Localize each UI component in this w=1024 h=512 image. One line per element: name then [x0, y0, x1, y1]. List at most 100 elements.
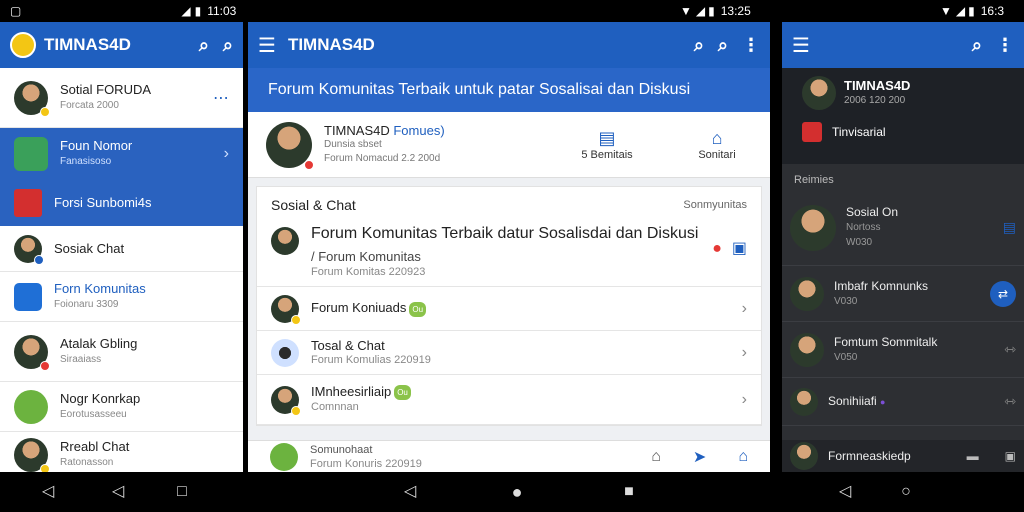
stat-label: 5 Bemitais [581, 149, 633, 161]
clipboard-icon[interactable]: ▤ [1003, 219, 1016, 236]
row-title: IMnheesirliaip [311, 383, 392, 399]
row-subtitle: Comnnan [311, 401, 359, 414]
home-button-icon[interactable]: ● [507, 482, 527, 502]
bottom-label[interactable]: Formneaskiedp [828, 449, 967, 463]
home-button-icon[interactable]: ○ [896, 482, 916, 502]
logo-icon[interactable] [10, 32, 36, 58]
recents-icon[interactable]: ■ [619, 482, 639, 502]
list-item-active[interactable]: Foun Nomor Fanasisoso › [0, 128, 243, 180]
chevron-right-icon: › [223, 144, 229, 162]
back-icon[interactable]: ◁ [108, 482, 128, 502]
list-item[interactable]: Forn Komunitas Foionaru 3309 [0, 272, 243, 322]
item-title: Sosial On [846, 205, 899, 219]
split-icon[interactable]: ⇿ [1004, 393, 1016, 410]
item-subtitle: V050 [834, 351, 858, 363]
chat-icon[interactable]: ▣ [732, 238, 747, 258]
avatar [14, 437, 50, 472]
verified-icon: ● [880, 396, 886, 407]
item-title: Foun Nomor [60, 137, 133, 153]
profile-sub1: Dunsia sbset [324, 138, 382, 150]
card-right-label[interactable]: Sonmyunitas [683, 199, 747, 211]
stat-secondary[interactable]: ⌂ Sonitari [682, 128, 752, 161]
send-icon[interactable]: ➤ [693, 447, 706, 467]
split-icon[interactable]: ⇿ [1004, 341, 1016, 358]
chevron-right-icon: › [741, 299, 747, 317]
item-subtitle: Forcata 2000 [60, 99, 119, 111]
app-bar: ☰ ⌕ ⋮ [782, 22, 1024, 68]
menu-icon[interactable]: ☰ [792, 33, 810, 58]
card-title: Sosial & Chat [271, 197, 356, 213]
recents-icon[interactable]: □ [172, 482, 192, 502]
status-bar-left: ▢ ◢ ▮ 11:03 [0, 0, 246, 22]
battery-icon: ▮ [708, 4, 715, 18]
list-item-active[interactable]: Forsi Sunbomi4s [0, 180, 243, 226]
app-title: TIMNAS4D [287, 35, 375, 54]
feature-category: / Forum Komunitas [311, 249, 421, 264]
search-icon[interactable]: ⌕ [718, 35, 728, 56]
avatar [271, 294, 301, 325]
more-vert-icon[interactable]: ⋮ [996, 35, 1014, 56]
action-circle-button[interactable]: ⇄ [990, 280, 1016, 307]
item-title: Nogr Konrkap [60, 390, 141, 406]
app-icon [14, 188, 42, 217]
list-item[interactable]: Sotial FORUDA Forcata 2000 ⋯ [0, 68, 243, 128]
more-icon[interactable]: ⋯ [213, 88, 229, 108]
comment-icon[interactable]: ▬ [967, 449, 979, 463]
search-icon[interactable]: ⌕ [694, 35, 704, 56]
avatar [14, 234, 44, 265]
row-subtitle: Forum Komulias 220919 [311, 353, 431, 366]
status-time-right: 16:3 [980, 4, 1005, 18]
chevron-right-icon: › [741, 343, 747, 361]
more-vert-icon[interactable]: ⋮ [742, 35, 760, 56]
list-item[interactable]: Tosal & Chat Forum Komulias 220919 › [257, 331, 761, 375]
item-title: Forsi Sunbomi4s [54, 194, 152, 210]
drawer-header: TIMNAS4D 2006 120 200 Tinvisarial [782, 68, 1024, 164]
list-item[interactable]: Rreabl Chat Ratonasson [0, 432, 243, 472]
list-item[interactable]: Sosial On Nortoss W030 ▤ [782, 190, 1024, 266]
list-item[interactable]: Atalak Gbling Siraaiass [0, 322, 243, 382]
status-time-left: 11:03 [207, 4, 237, 18]
app-title: TIMNAS4D [44, 35, 131, 54]
avatar [14, 334, 50, 371]
row-title: Tosal & Chat [311, 337, 385, 353]
wifi-icon: ▼ [940, 4, 952, 18]
heart-icon[interactable]: ● [712, 240, 722, 258]
home-icon[interactable]: ⌂ [738, 448, 748, 466]
list-item[interactable]: Imbafr Komnunks V030 ⇄ [782, 266, 1024, 322]
list-item[interactable]: Fomtum Sommitalk V050 ⇿ [782, 322, 1024, 378]
item-subtitle: V030 [834, 295, 858, 307]
bottom-subtitle: Forum Konuris 220919 [310, 457, 422, 470]
list-item[interactable]: Sosiak Chat [0, 226, 243, 272]
clipboard-icon: ▤ [598, 128, 616, 148]
lock-icon[interactable]: ▣ [1005, 449, 1016, 463]
search-icon[interactable]: ⌕ [199, 35, 209, 56]
home-outline-icon[interactable]: ⌂ [651, 448, 661, 466]
profile-item[interactable]: Tinvisarial [832, 125, 886, 139]
status-bar-right: ▼ ◢ ▮ 16:3 [940, 0, 1024, 22]
bird-icon [14, 389, 48, 424]
list-item[interactable]: Sonihiiafi ● ⇿ [782, 378, 1024, 426]
list-item[interactable]: IMnheesirliaip Ou Comnnan › [257, 375, 761, 425]
item-title: Sosiak Chat [54, 240, 125, 256]
wifi-icon: ▼ [680, 4, 692, 18]
bottom-title: Somunohaat [310, 443, 373, 456]
search-icon[interactable]: ⌕ [972, 35, 982, 56]
profile-name: TIMNAS4D [844, 78, 911, 93]
profile-header: TIMNAS4D Fomues) Dunsia sbset Forum Noma… [248, 112, 770, 178]
back-icon[interactable]: ◁ [835, 482, 855, 502]
menu-icon[interactable]: ☰ [258, 33, 276, 58]
avatar[interactable] [266, 121, 314, 170]
profile-sub2: Forum Nomacud 2.2 200d [324, 152, 441, 164]
back-icon[interactable]: ◁ [400, 482, 420, 502]
avatar [790, 442, 818, 470]
avatar[interactable] [802, 76, 836, 110]
featured-post[interactable]: Forum Komunitas Terbaik datur Sosalisdai… [257, 223, 761, 287]
list-item[interactable]: Nogr Konrkap Eorotusasseeu [0, 382, 243, 432]
list-item[interactable]: Forum Koniuads Ou › [257, 287, 761, 331]
app-icon [802, 122, 822, 142]
search-icon[interactable]: ⌕ [223, 35, 233, 56]
back-icon[interactable]: ◁ [38, 482, 58, 502]
section-label: Reimies [794, 174, 834, 186]
stat-members[interactable]: ▤ 5 Bemitais [572, 128, 642, 161]
item-title: Forn Komunitas [54, 280, 146, 296]
